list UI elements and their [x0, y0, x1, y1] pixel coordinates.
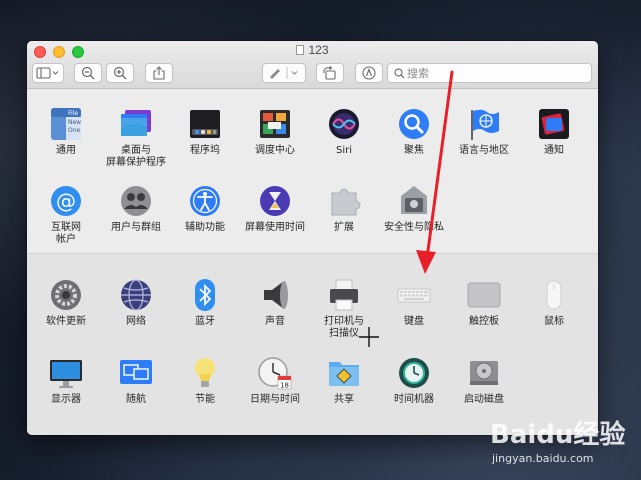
baidu-watermark: Baidu经验 jingyan.baidu.com — [470, 410, 630, 475]
watermark-url: jingyan.baidu.com — [492, 452, 594, 465]
watermark-logo: Baidu经验 — [490, 420, 626, 450]
annotation-arrow-icon — [416, 70, 454, 274]
crosshair-cursor-icon — [359, 327, 379, 347]
